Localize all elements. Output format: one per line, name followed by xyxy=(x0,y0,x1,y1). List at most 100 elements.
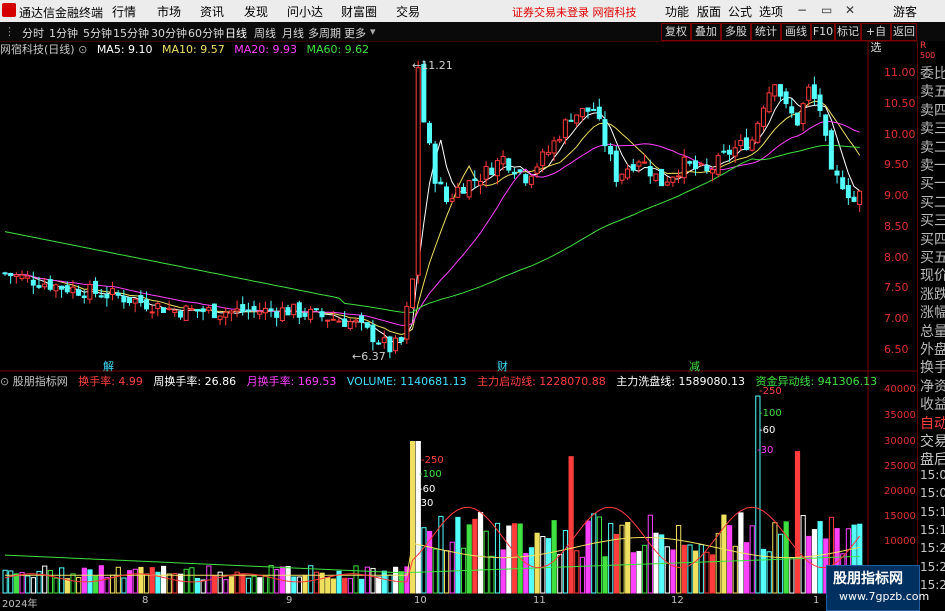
candle-body xyxy=(743,137,749,151)
volume-bar xyxy=(228,576,235,594)
vol-y-tick: 20000 xyxy=(884,486,916,497)
volume-bar xyxy=(489,555,495,594)
volume-bar xyxy=(551,520,557,594)
event-marker-reduce[interactable]: 减 xyxy=(689,358,700,374)
candle-body xyxy=(574,114,580,124)
side-label[interactable]: 换手 xyxy=(920,357,945,377)
candle-body xyxy=(53,284,59,292)
kline-chart-canvas[interactable] xyxy=(0,0,945,609)
candle-body xyxy=(404,305,410,340)
candle-body xyxy=(325,319,331,322)
candle-body xyxy=(262,307,268,314)
candle-body xyxy=(591,108,597,111)
y-tick: 8.50 xyxy=(884,220,909,233)
side-label[interactable]: 卖四 xyxy=(920,100,945,120)
volume-bar xyxy=(619,524,625,594)
candle-body xyxy=(330,318,336,321)
indicator-title[interactable]: 股朋指标网 xyxy=(13,375,68,388)
volume-bar xyxy=(596,516,602,594)
side-label[interactable]: 买四 xyxy=(920,229,945,249)
side-label[interactable]: 涨跌 xyxy=(920,284,945,304)
volume-bar xyxy=(681,544,687,594)
side-label[interactable]: 外盘 xyxy=(920,339,945,359)
side-label[interactable]: 卖二 xyxy=(920,137,945,157)
side-label[interactable]: 现价 xyxy=(920,265,945,285)
candle-body xyxy=(155,303,161,309)
y-tick: 7.00 xyxy=(884,312,909,325)
side-label[interactable]: 总量 xyxy=(920,321,945,341)
volume-bar xyxy=(540,536,546,594)
side-label[interactable]: 15:1 xyxy=(920,505,945,519)
side-label[interactable]: 交易 xyxy=(920,431,945,451)
side-label[interactable]: 买一 xyxy=(920,173,945,193)
candle-body xyxy=(223,311,229,318)
side-label[interactable]: 盘后 xyxy=(920,449,945,469)
volume-bar xyxy=(466,524,472,594)
volume-bar xyxy=(347,578,353,594)
volume-bar xyxy=(811,529,818,594)
vol-y-tick: 15000 xyxy=(884,511,916,522)
candle-body xyxy=(308,308,314,320)
candle-body xyxy=(257,311,263,315)
side-label[interactable]: 卖五 xyxy=(920,81,945,101)
side-label[interactable]: 买二 xyxy=(920,192,945,212)
side-label[interactable]: 卖一 xyxy=(920,155,945,175)
side-label[interactable]: 委比 xyxy=(920,63,945,83)
event-marker-unlock[interactable]: 解 xyxy=(103,358,114,374)
side-label[interactable]: 15:0 xyxy=(920,468,945,482)
candle-body xyxy=(172,309,178,313)
candle-body xyxy=(421,63,427,123)
candle-body xyxy=(477,180,483,186)
candle-body xyxy=(443,186,449,203)
volume-bar xyxy=(794,451,801,594)
volume-bar xyxy=(443,550,450,594)
ref-label-250: -250 xyxy=(421,455,444,466)
candle-body xyxy=(291,303,297,316)
candle-body xyxy=(64,285,70,293)
side-label[interactable]: 买三 xyxy=(920,210,945,230)
candle-body xyxy=(732,147,738,157)
volume-bar xyxy=(194,577,201,594)
volume-bar xyxy=(172,573,178,594)
side-label[interactable]: 自动 xyxy=(920,413,945,433)
volume-bar xyxy=(494,522,501,594)
candle-body xyxy=(517,169,523,172)
candle-body xyxy=(393,337,399,352)
candle-body xyxy=(540,151,546,166)
event-marker-finance[interactable]: 财 xyxy=(497,358,508,374)
side-label[interactable]: 净资 xyxy=(920,376,945,396)
volume-bar xyxy=(523,553,529,594)
side-label[interactable]: 15:2 xyxy=(920,541,945,555)
candle-body xyxy=(704,165,710,172)
candle-body xyxy=(647,166,653,177)
side-label[interactable]: 卖三 xyxy=(920,118,945,138)
volume-bar xyxy=(2,569,8,594)
candle-body xyxy=(336,320,342,323)
watermark-url: www.7gpzb.com xyxy=(839,590,930,603)
volume-bar xyxy=(483,530,489,594)
volume-bar xyxy=(200,579,206,594)
candle-body xyxy=(494,160,500,177)
candle-body xyxy=(194,308,200,312)
candle-body xyxy=(460,186,466,194)
candle-body xyxy=(13,274,19,277)
indicator-settings-icon[interactable]: ⊙ xyxy=(0,375,9,388)
side-label[interactable]: 收益 xyxy=(920,394,945,414)
volume-bar xyxy=(585,520,591,594)
volume-bar xyxy=(381,570,387,594)
y-tick: 6.50 xyxy=(884,343,909,356)
volume-bar xyxy=(144,573,150,594)
side-label[interactable]: 涨幅 xyxy=(920,302,945,322)
candle-body xyxy=(70,286,76,294)
side-label[interactable]: 买五 xyxy=(920,247,945,267)
ref-label-100: -100 xyxy=(419,469,442,480)
volume-bar xyxy=(562,529,569,594)
side-label[interactable]: 15:2 xyxy=(920,560,945,574)
volume-bar xyxy=(370,567,376,594)
volume-bar xyxy=(732,545,738,594)
candle-body xyxy=(715,155,721,175)
volume-bar xyxy=(296,576,303,594)
side-label[interactable]: 15:1 xyxy=(920,523,945,537)
volume-bar xyxy=(777,533,784,594)
side-label[interactable]: 15:0 xyxy=(920,486,945,500)
